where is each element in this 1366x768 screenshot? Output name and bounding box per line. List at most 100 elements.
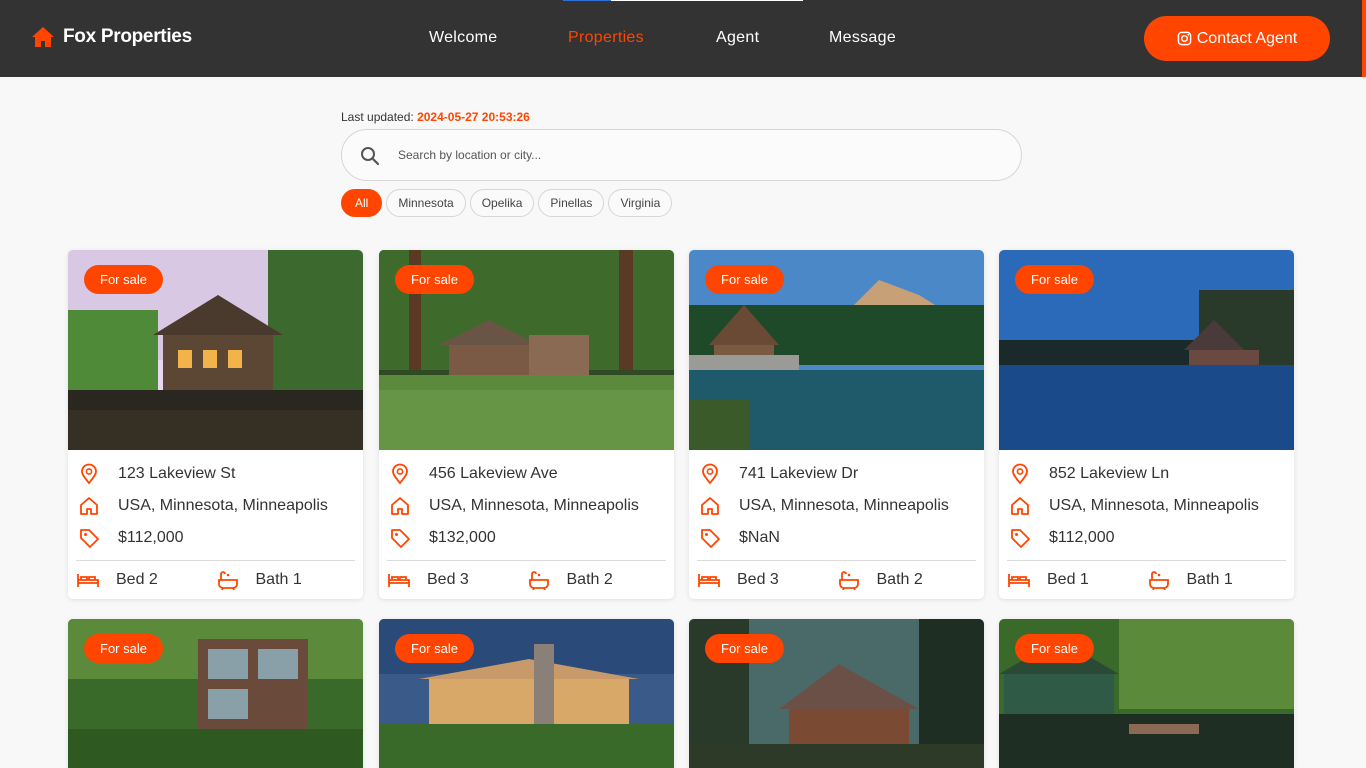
- bathtub-icon: [838, 571, 859, 590]
- property-price: $NaN: [739, 529, 780, 546]
- search-icon[interactable]: [360, 146, 380, 166]
- address-row: 741 Lakeview Dr: [697, 458, 976, 490]
- home-icon: [1011, 497, 1029, 515]
- bed-label: Bed 3: [737, 571, 779, 588]
- bed-count: Bed 2: [76, 570, 216, 590]
- bed-icon: [77, 574, 99, 587]
- filter-chip-all[interactable]: All: [341, 189, 383, 217]
- address-row: 852 Lakeview Ln: [1007, 458, 1286, 490]
- bath-count: Bath 1: [1147, 570, 1287, 590]
- property-card[interactable]: For sale: [68, 619, 363, 768]
- bed-count: Bed 3: [387, 570, 527, 590]
- price-tag-icon: [1011, 529, 1030, 548]
- property-region: USA, Minnesota, Minneapolis: [429, 497, 639, 514]
- for-sale-badge: For sale: [1015, 265, 1094, 294]
- bath-label: Bath 1: [1186, 571, 1233, 588]
- contact-agent-button[interactable]: Contact Agent: [1144, 16, 1330, 61]
- filter-chip-pinellas[interactable]: Pinellas: [538, 189, 605, 217]
- contact-agent-label: Contact Agent: [1196, 29, 1298, 47]
- bed-icon: [388, 574, 410, 587]
- property-photo[interactable]: For sale: [999, 250, 1294, 450]
- bed-label: Bed 1: [1047, 571, 1089, 588]
- house-icon: [32, 27, 54, 47]
- home-icon: [701, 497, 719, 515]
- bath-label: Bath 2: [566, 571, 613, 588]
- for-sale-badge: For sale: [705, 265, 784, 294]
- bath-count: Bath 2: [527, 570, 667, 590]
- map-pin-icon: [392, 463, 408, 485]
- map-pin-icon: [81, 463, 97, 485]
- price-tag-icon: [391, 529, 410, 548]
- last-updated-label: Last updated:: [341, 110, 414, 124]
- brand-logo[interactable]: Fox Properties: [31, 26, 192, 48]
- region-row: USA, Minnesota, Minneapolis: [1007, 490, 1286, 522]
- property-card[interactable]: For sale 852 Lakeview Ln USA, Minnesota,…: [999, 250, 1294, 599]
- property-card[interactable]: For sale 123 Lakeview St USA, Minnesota,…: [68, 250, 363, 599]
- bed-label: Bed 3: [427, 571, 469, 588]
- for-sale-badge: For sale: [1015, 634, 1094, 663]
- for-sale-badge: For sale: [395, 265, 474, 294]
- bathtub-icon: [1148, 571, 1169, 590]
- property-price: $132,000: [429, 529, 496, 546]
- filter-chip-virginia[interactable]: Virginia: [608, 189, 673, 217]
- top-navbar: Fox Properties Welcome Properties Agent …: [0, 0, 1366, 77]
- property-price: $112,000: [1049, 529, 1115, 546]
- bed-label: Bed 2: [116, 571, 158, 588]
- region-row: USA, Minnesota, Minneapolis: [697, 490, 976, 522]
- property-photo[interactable]: For sale: [68, 619, 363, 768]
- property-card[interactable]: For sale: [999, 619, 1294, 768]
- last-updated: Last updated: 2024-05-27 20:53:26: [341, 110, 530, 124]
- region-row: USA, Minnesota, Minneapolis: [76, 490, 355, 522]
- property-card[interactable]: For sale: [379, 619, 674, 768]
- property-photo[interactable]: For sale: [689, 250, 984, 450]
- property-card[interactable]: For sale 741 Lakeview Dr USA, Minnesota,…: [689, 250, 984, 599]
- header-accent-line-blue: [563, 0, 611, 1]
- for-sale-badge: For sale: [84, 634, 163, 663]
- property-region: USA, Minnesota, Minneapolis: [1049, 497, 1259, 514]
- instagram-icon: [1177, 31, 1192, 46]
- nav-properties[interactable]: Properties: [568, 29, 644, 47]
- price-row: $NaN: [697, 522, 976, 554]
- last-updated-timestamp: 2024-05-27 20:53:26: [417, 110, 530, 124]
- map-pin-icon: [1012, 463, 1028, 485]
- address-row: 123 Lakeview St: [76, 458, 355, 490]
- map-pin-icon: [702, 463, 718, 485]
- address-row: 456 Lakeview Ave: [387, 458, 666, 490]
- filter-chip-minnesota[interactable]: Minnesota: [386, 189, 466, 217]
- price-row: $132,000: [387, 522, 666, 554]
- bed-icon: [1008, 574, 1030, 587]
- search-bar: [341, 129, 1022, 181]
- home-icon: [80, 497, 98, 515]
- region-row: USA, Minnesota, Minneapolis: [387, 490, 666, 522]
- property-card[interactable]: For sale: [689, 619, 984, 768]
- brand-name: Fox Properties: [63, 26, 192, 47]
- bed-count: Bed 3: [697, 570, 837, 590]
- property-photo[interactable]: For sale: [999, 619, 1294, 768]
- property-region: USA, Minnesota, Minneapolis: [118, 497, 328, 514]
- for-sale-badge: For sale: [395, 634, 474, 663]
- property-address: 852 Lakeview Ln: [1049, 465, 1170, 482]
- nav-message[interactable]: Message: [829, 29, 896, 47]
- price-row: $112,000: [1007, 522, 1286, 554]
- nav-agent[interactable]: Agent: [716, 29, 759, 47]
- bed-count: Bed 1: [1007, 570, 1147, 590]
- price-tag-icon: [701, 529, 720, 548]
- property-photo[interactable]: For sale: [379, 250, 674, 450]
- bed-icon: [698, 574, 720, 587]
- search-input[interactable]: [398, 144, 998, 166]
- bathtub-icon: [528, 571, 549, 590]
- for-sale-badge: For sale: [705, 634, 784, 663]
- nav-welcome[interactable]: Welcome: [429, 29, 498, 47]
- property-photo[interactable]: For sale: [68, 250, 363, 450]
- property-address: 741 Lakeview Dr: [739, 465, 859, 482]
- property-photo[interactable]: For sale: [689, 619, 984, 768]
- property-card[interactable]: For sale 456 Lakeview Ave USA, Minnesota…: [379, 250, 674, 599]
- bath-label: Bath 1: [255, 571, 302, 588]
- property-photo[interactable]: For sale: [379, 619, 674, 768]
- price-tag-icon: [80, 529, 99, 548]
- for-sale-badge: For sale: [84, 265, 163, 294]
- scrollbar-stub: [1362, 0, 1366, 77]
- bathtub-icon: [217, 571, 238, 590]
- bath-label: Bath 2: [876, 571, 923, 588]
- filter-chip-opelika[interactable]: Opelika: [469, 189, 535, 217]
